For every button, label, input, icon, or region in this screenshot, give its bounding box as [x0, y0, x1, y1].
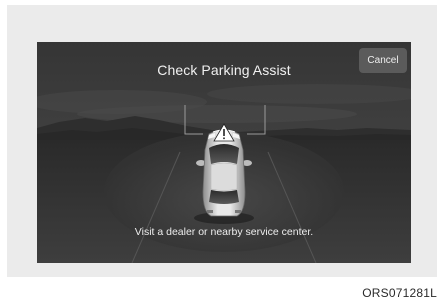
cancel-button[interactable]: Cancel [359, 48, 407, 73]
screen-title: Check Parking Assist [157, 62, 291, 78]
display-screen: Check Parking Assist Cancel Visit a deal… [37, 42, 411, 263]
figure-code: ORS071281L [362, 286, 437, 300]
service-message: Visit a dealer or nearby service center. [134, 226, 314, 238]
